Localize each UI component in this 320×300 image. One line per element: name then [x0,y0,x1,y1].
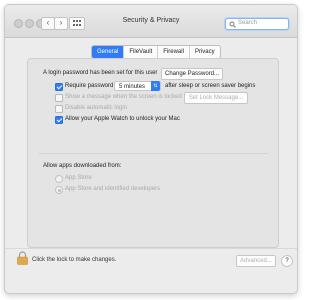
identified-developers-radio[interactable] [55,186,63,194]
require-password-label: Require password [65,83,114,89]
tab-filevault[interactable]: FileVault [124,46,159,58]
tab-firewall[interactable]: Firewall [158,46,190,58]
search-placeholder: Search [238,20,258,26]
identified-developers-label: App Store and identified developers [65,186,161,192]
require-password-suffix: after sleep or screen saver begins [165,83,256,89]
title-bar: ‹ › Security & Privacy Search [5,5,297,38]
search-icon [229,21,236,28]
tab-general[interactable]: General [92,46,125,58]
apple-watch-label: Allow your Apple Watch to unlock your Ma… [65,116,180,122]
tab-bar: General FileVault Firewall Privacy [91,45,221,59]
search-field[interactable]: Search [225,18,289,30]
show-message-checkbox[interactable] [55,94,63,102]
lock-icon[interactable] [17,251,28,265]
help-button[interactable]: ? [281,255,293,267]
disable-auto-login-label: Disable automatic login [65,105,128,111]
login-password-text: A login password has been set for this u… [43,70,158,76]
disable-auto-login-checkbox[interactable] [55,105,63,113]
general-panel: A login password has been set for this u… [27,58,279,248]
require-password-checkbox[interactable] [55,83,63,91]
tab-privacy[interactable]: Privacy [190,46,220,58]
app-store-radio[interactable] [55,175,63,183]
require-password-select[interactable]: 5 minutes ⇅ [114,81,161,91]
show-message-label: Show a message when the screen is locked [65,94,182,100]
set-lock-message-button[interactable]: Set Lock Message... [184,92,248,104]
footer-divider [5,248,297,249]
preferences-window: ‹ › Security & Privacy Search General Fi… [4,4,298,294]
lock-message: Click the lock to make changes. [32,257,117,263]
advanced-button[interactable]: Advanced... [236,255,276,267]
section-divider [38,153,268,154]
app-store-label: App Store [65,175,92,181]
require-password-value: 5 minutes [119,84,146,90]
apple-watch-checkbox[interactable] [55,116,63,124]
chevron-updown-icon: ⇅ [151,81,160,91]
downloads-heading: Allow apps downloaded from: [43,163,122,169]
change-password-button[interactable]: Change Password... [161,68,223,80]
